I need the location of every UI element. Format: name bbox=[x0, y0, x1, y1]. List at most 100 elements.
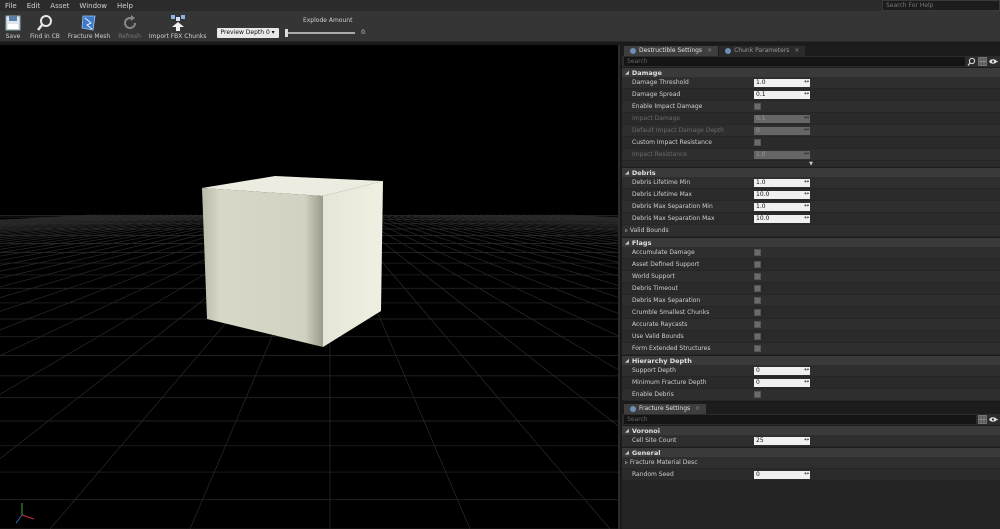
category-general[interactable]: ◢ General bbox=[622, 447, 1000, 457]
destructible-search-input[interactable]: Search bbox=[624, 57, 965, 66]
property-label: Support Depth bbox=[632, 367, 676, 374]
checkbox-debris-max-separation[interactable] bbox=[754, 297, 761, 304]
checkbox-form-extended-structures[interactable] bbox=[754, 345, 761, 352]
fracture-mesh-label: Fracture Mesh bbox=[67, 33, 111, 40]
chunk-tab-icon bbox=[725, 48, 732, 54]
find-in-cb-label: Find in CB bbox=[30, 33, 60, 40]
property-row-impact-damage: Impact Damage 0.1 bbox=[622, 113, 1000, 125]
property-row-debris-max-separation-max: Debris Max Separation Max 10.0 bbox=[622, 213, 1000, 225]
property-row-asset-defined-support: Asset Defined Support bbox=[622, 259, 1000, 271]
property-label: Debris Max Separation bbox=[632, 297, 701, 304]
numeric-field-debris-lifetime-max[interactable]: 10.0 bbox=[754, 190, 810, 199]
property-label: Custom Impact Resistance bbox=[632, 139, 712, 146]
property-label: Default Impact Damage Depth bbox=[632, 127, 724, 134]
property-name: Crumble Smallest Chunks bbox=[622, 309, 754, 316]
category-title: Debris bbox=[631, 168, 656, 177]
close-tab-icon[interactable]: × bbox=[707, 46, 712, 56]
menu-asset[interactable]: Asset bbox=[45, 2, 74, 10]
grid-view-icon[interactable] bbox=[978, 57, 987, 66]
checkbox-custom-impact-resistance[interactable] bbox=[754, 139, 761, 146]
property-row-enable-debris: Enable Debris bbox=[622, 389, 1000, 401]
grid-view-icon[interactable] bbox=[978, 415, 987, 424]
numeric-field-damage-spread[interactable]: 0.1 bbox=[754, 90, 810, 99]
collapse-arrow-icon[interactable]: ◢ bbox=[625, 428, 629, 434]
fracture-search-input[interactable]: Search bbox=[624, 415, 976, 424]
import-fbx-chunks-button[interactable]: Import FBX Chunks bbox=[145, 11, 211, 42]
save-label: Save bbox=[5, 33, 21, 40]
property-label: Damage Threshold bbox=[632, 79, 689, 86]
category-debris[interactable]: ◢ Debris bbox=[622, 167, 1000, 177]
category-title: Damage bbox=[631, 68, 662, 77]
search-icon[interactable] bbox=[967, 57, 976, 66]
menu-help[interactable]: Help bbox=[112, 2, 138, 10]
numeric-field-support-depth[interactable]: 0 bbox=[754, 366, 810, 375]
menu-window[interactable]: Window bbox=[74, 2, 112, 10]
explode-slider-thumb[interactable] bbox=[284, 28, 288, 37]
preview-depth-dropdown[interactable]: Preview Depth 0 ▾ bbox=[216, 28, 279, 38]
numeric-field-debris-max-separation-max[interactable]: 10.0 bbox=[754, 214, 810, 223]
category-damage[interactable]: ◢ Damage bbox=[622, 67, 1000, 77]
numeric-field-cell-site-count[interactable]: 25 bbox=[754, 436, 810, 445]
refresh-button[interactable]: Refresh bbox=[114, 11, 145, 42]
collapse-arrow-icon[interactable]: ◢ bbox=[625, 240, 629, 246]
property-row-world-support: World Support bbox=[622, 271, 1000, 283]
property-row-valid-bounds: ▹ Valid Bounds bbox=[622, 225, 1000, 237]
category-title: General bbox=[631, 448, 661, 457]
tab-fracture-settings-label: Fracture Settings bbox=[639, 405, 691, 412]
numeric-field-minimum-fracture-depth[interactable]: 0 bbox=[754, 378, 810, 387]
find-in-cb-button[interactable]: Find in CB bbox=[26, 11, 64, 42]
checkbox-accurate-raycasts[interactable] bbox=[754, 321, 761, 328]
help-search-input[interactable]: Search For Help bbox=[882, 0, 1000, 11]
tab-fracture-settings[interactable]: Fracture Settings × bbox=[624, 404, 707, 414]
collapse-arrow-icon[interactable]: ◢ bbox=[625, 70, 629, 76]
cube-front-face bbox=[202, 188, 323, 347]
property-name: World Support bbox=[622, 273, 754, 280]
property-name: Use Valid Bounds bbox=[622, 333, 754, 340]
numeric-field-debris-max-separation-min[interactable]: 1.0 bbox=[754, 202, 810, 211]
toolbar-background bbox=[366, 11, 1000, 42]
tab-chunk-parameters[interactable]: Chunk Parameters × bbox=[719, 46, 806, 56]
numeric-field-default-impact-damage-depth: 0 bbox=[754, 126, 810, 135]
save-button[interactable]: Save bbox=[0, 11, 26, 42]
numeric-field-impact-damage: 0.1 bbox=[754, 114, 810, 123]
close-tab-icon[interactable]: × bbox=[695, 404, 700, 414]
checkbox-accumulate-damage[interactable] bbox=[754, 249, 761, 256]
viewport[interactable] bbox=[0, 45, 620, 529]
property-label: Form Extended Structures bbox=[632, 345, 711, 352]
fracture-icon bbox=[81, 15, 96, 31]
eye-icon[interactable] bbox=[989, 57, 998, 66]
property-row-debris-lifetime-min: Debris Lifetime Min 1.0 bbox=[622, 177, 1000, 189]
checkbox-crumble-smallest-chunks[interactable] bbox=[754, 309, 761, 316]
checkbox-use-valid-bounds[interactable] bbox=[754, 333, 761, 340]
collapse-arrow-icon[interactable]: ◢ bbox=[625, 450, 629, 456]
category-flags[interactable]: ◢ Flags bbox=[622, 237, 1000, 247]
property-name: Accumulate Damage bbox=[622, 249, 754, 256]
property-name: Debris Lifetime Min bbox=[622, 179, 754, 186]
property-name: ▹ Fracture Material Desc bbox=[622, 459, 754, 466]
property-name: Enable Impact Damage bbox=[622, 103, 754, 110]
explode-amount-slider[interactable] bbox=[284, 28, 356, 37]
cube-mesh[interactable] bbox=[202, 176, 383, 347]
category-hierarchy-depth[interactable]: ◢ Hierarchy Depth bbox=[622, 355, 1000, 365]
checkbox-asset-defined-support[interactable] bbox=[754, 261, 761, 268]
close-tab-icon[interactable]: × bbox=[794, 46, 799, 56]
tab-destructible-settings[interactable]: Destructible Settings × bbox=[624, 46, 719, 56]
property-row-damage-spread: Damage Spread 0.1 bbox=[622, 89, 1000, 101]
numeric-field-random-seed[interactable]: 0 bbox=[754, 470, 810, 479]
collapse-arrow-icon[interactable]: ◢ bbox=[625, 358, 629, 364]
checkbox-enable-debris[interactable] bbox=[754, 391, 761, 398]
category-voronoi[interactable]: ◢ Voronoi bbox=[622, 425, 1000, 435]
cube-side-face bbox=[323, 181, 383, 347]
checkbox-world-support[interactable] bbox=[754, 273, 761, 280]
fracture-mesh-button[interactable]: Fracture Mesh bbox=[64, 11, 114, 42]
collapse-arrow-icon[interactable]: ◢ bbox=[625, 170, 629, 176]
destructible-settings-body: ◢DamageDamage Threshold1.0Damage Spread0… bbox=[622, 67, 1000, 401]
menu-edit[interactable]: Edit bbox=[22, 2, 46, 10]
property-row-damage-threshold: Damage Threshold 1.0 bbox=[622, 77, 1000, 89]
checkbox-debris-timeout[interactable] bbox=[754, 285, 761, 292]
checkbox-enable-impact-damage[interactable] bbox=[754, 103, 761, 110]
eye-icon[interactable] bbox=[989, 415, 998, 424]
numeric-field-debris-lifetime-min[interactable]: 1.0 bbox=[754, 178, 810, 187]
menu-file[interactable]: File bbox=[0, 2, 22, 10]
numeric-field-damage-threshold[interactable]: 1.0 bbox=[754, 78, 810, 87]
